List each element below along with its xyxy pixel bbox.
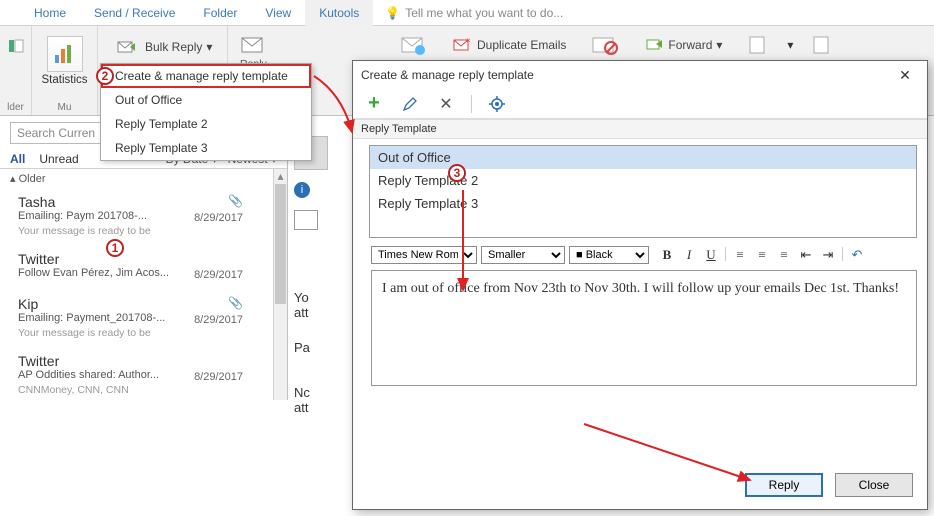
left-pane-icon[interactable] xyxy=(8,38,24,54)
undo-button[interactable]: ↶ xyxy=(849,247,865,263)
dialog-close-button[interactable]: ✕ xyxy=(891,67,919,84)
template-editor[interactable]: I am out of office from Nov 23th to Nov … xyxy=(371,270,917,386)
bulk-reply-icon xyxy=(113,35,141,59)
dialog-title: Create & manage reply template xyxy=(361,68,534,82)
align-right-button[interactable]: ≡ xyxy=(776,247,792,263)
filter-all[interactable]: All xyxy=(10,152,25,166)
tell-me-bulb-icon: 💡 xyxy=(385,6,400,20)
edit-template-button[interactable] xyxy=(399,93,421,115)
ribbon-misc-icon[interactable] xyxy=(811,35,833,55)
forward-button[interactable]: Forward▾ xyxy=(639,35,729,55)
size-select[interactable]: Smaller xyxy=(481,246,565,264)
tab-view[interactable]: View xyxy=(251,0,305,26)
ribbon-dropdown-1[interactable]: ▾ xyxy=(787,38,793,52)
info-icon: i xyxy=(294,182,310,198)
add-template-button[interactable]: + xyxy=(363,93,385,115)
message-item[interactable]: Tasha Emailing: Paym 201708-... 8/29/201… xyxy=(0,188,273,245)
envelope-icon-1[interactable] xyxy=(400,34,428,56)
duplicate-emails-button[interactable]: ×Duplicate Emails xyxy=(446,34,573,56)
attachment-icon: 📎 xyxy=(228,296,243,310)
block-icon[interactable] xyxy=(591,34,621,56)
delete-template-button[interactable]: ✕ xyxy=(435,93,457,115)
create-template-dialog: Create & manage reply template ✕ + ✕ Rep… xyxy=(352,60,928,510)
template-list: Out of Office Reply Template 2 Reply Tem… xyxy=(369,145,917,238)
font-select[interactable]: Times New Roman xyxy=(371,246,477,264)
dropdown-item-template-2[interactable]: Reply Template 2 xyxy=(101,112,311,136)
annotation-2: 2 xyxy=(96,67,114,85)
message-item[interactable]: Twitter Follow Evan Pérez, Jim Acos... 8… xyxy=(0,245,273,290)
outdent-button[interactable]: ⇤ xyxy=(798,247,814,263)
settings-button[interactable] xyxy=(486,93,508,115)
svg-text:×: × xyxy=(466,37,471,45)
close-button[interactable]: Close xyxy=(835,473,913,497)
reply-icon[interactable] xyxy=(238,32,268,58)
tell-me[interactable]: 💡Tell me what you want to do... xyxy=(373,6,563,20)
bulk-reply-button[interactable]: Bulk Reply▾ xyxy=(106,32,219,62)
tab-home[interactable]: Home xyxy=(20,0,80,26)
tab-kutools[interactable]: Kutools xyxy=(305,0,373,26)
annotation-3: 3 xyxy=(448,164,466,182)
bold-button[interactable]: B xyxy=(659,247,675,263)
underline-button[interactable]: U xyxy=(703,247,719,263)
message-item[interactable]: Kip Emailing: Payment_201708-... 8/29/20… xyxy=(0,290,273,347)
folder-group-label: lder xyxy=(7,102,24,113)
align-center-button[interactable]: ≡ xyxy=(754,247,770,263)
reply-button[interactable]: Reply xyxy=(745,473,823,497)
scrollbar[interactable]: ▴ xyxy=(273,169,287,400)
dropdown-item-create-template[interactable]: Create & manage reply template xyxy=(101,64,311,88)
color-select[interactable]: ■ Black xyxy=(569,246,649,264)
tab-folder[interactable]: Folder xyxy=(189,0,251,26)
dropdown-item-template-3[interactable]: Reply Template 3 xyxy=(101,136,311,160)
section-label: Reply Template xyxy=(353,119,927,139)
ribbon-file-icon[interactable] xyxy=(747,35,769,55)
statistics-label: Statistics xyxy=(41,74,87,86)
indent-button[interactable]: ⇥ xyxy=(820,247,836,263)
dropdown-item-out-of-office[interactable]: Out of Office xyxy=(101,88,311,112)
attachment-icon: 📎 xyxy=(228,194,243,208)
tab-send-receive[interactable]: Send / Receive xyxy=(80,0,189,26)
italic-button[interactable]: I xyxy=(681,247,697,263)
message-item[interactable]: Twitter AP Oddities shared: Author... 8/… xyxy=(0,347,273,400)
align-left-button[interactable]: ≡ xyxy=(732,247,748,263)
filter-unread[interactable]: Unread xyxy=(39,152,78,166)
template-row[interactable]: Reply Template 3 xyxy=(370,192,916,215)
group-older[interactable]: ▴ Older xyxy=(0,169,273,188)
bulk-reply-dropdown: Create & manage reply template Out of Of… xyxy=(100,63,312,161)
annotation-1: 1 xyxy=(106,239,124,257)
statistics-icon[interactable] xyxy=(47,36,83,72)
